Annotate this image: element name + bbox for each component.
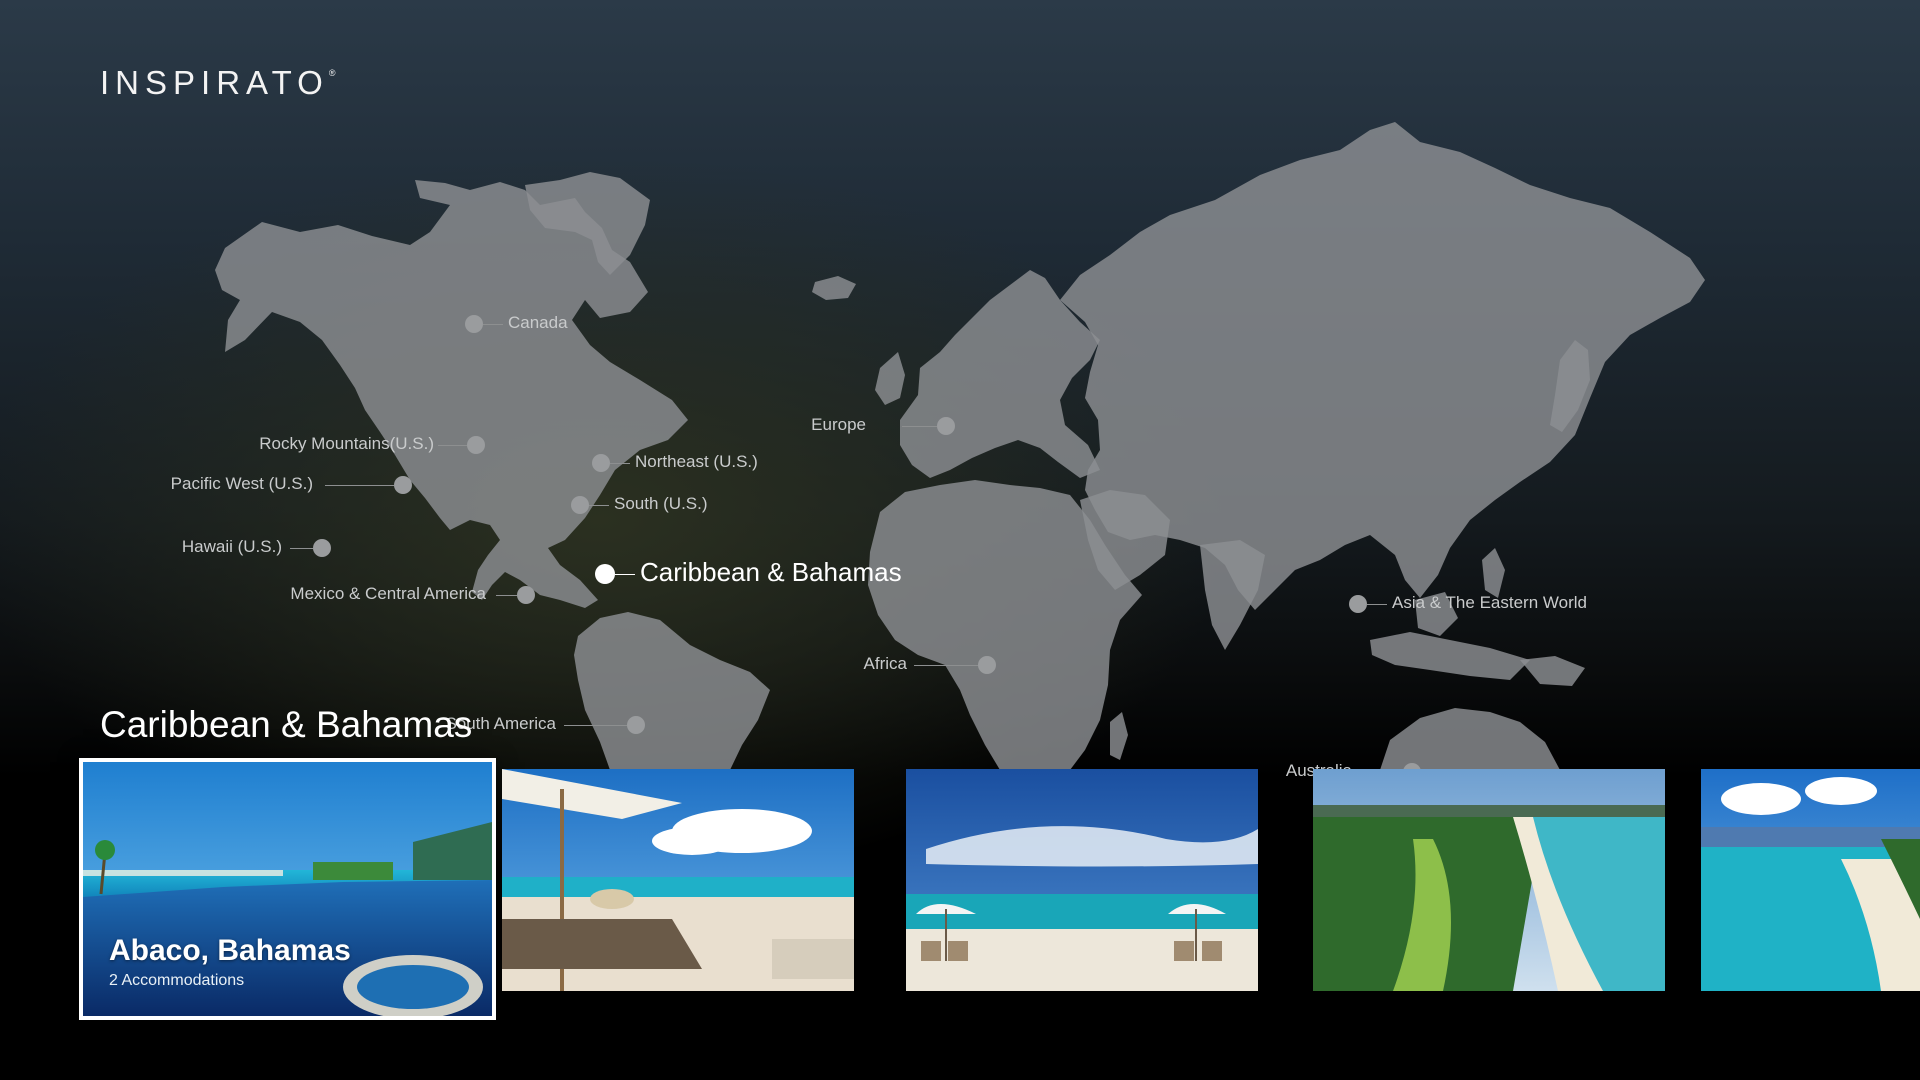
pin-label: Pacific West (U.S.) [170,474,313,493]
pin-dot [978,656,996,674]
destination-card[interactable] [1701,769,1920,991]
pin-label: Africa [863,654,907,673]
pin-label: South (U.S.) [614,494,708,513]
pin-label: Europe [811,415,866,434]
pin-dot [595,564,615,584]
pin-line [589,505,609,506]
card-image-beach-umbrellas [906,769,1258,991]
indonesia-landmass [1370,632,1530,680]
india-landmass [1200,540,1265,650]
pin-dot [394,476,412,494]
pin-dot [313,539,331,557]
pin-line [438,445,467,446]
pin-line [325,485,394,486]
card-image-aerial-bay [1701,769,1920,991]
pin-dot [627,716,645,734]
british-isles-landmass [875,352,905,405]
philippines-landmass [1482,548,1505,598]
pin-line [610,463,630,464]
south-america-landmass [574,612,770,770]
pin-dot [517,586,535,604]
pin-line [290,548,313,549]
pin-dot [937,417,955,435]
destination-card[interactable] [1313,769,1665,991]
pin-line [564,725,627,726]
pin-label: Rocky Mountains(U.S.) [259,434,434,453]
pin-label: Asia & The Eastern World [1392,593,1587,612]
destination-card[interactable]: Abaco, Bahamas 2 Accommodations [79,758,496,1020]
pin-label: Hawaii (U.S.) [181,537,282,556]
pin-line [914,665,978,666]
pin-dot [1349,595,1367,613]
destination-card[interactable] [502,769,854,991]
pin-label: Canada [508,313,568,332]
pin-dot [465,315,483,333]
new-guinea-landmass [1520,656,1585,686]
pin-dot [592,454,610,472]
pin-dot [467,436,485,454]
pin-label: Northeast (U.S.) [635,452,758,471]
pin-line [483,324,503,325]
pin-label: Mexico & Central America [290,584,486,603]
pin-line [1367,604,1387,605]
pin-line [615,574,635,575]
world-map [215,122,1705,770]
card-subtitle: 2 Accommodations [109,972,245,989]
pin-line [496,595,517,596]
section-title: Caribbean & Bahamas [100,704,473,745]
madagascar-landmass [1110,712,1128,760]
iceland-landmass [812,276,856,300]
australia-landmass [1380,708,1560,770]
pin-dot [571,496,589,514]
destination-card[interactable] [906,769,1258,991]
card-image-beach-lounger [502,769,854,991]
pin-line [902,426,937,427]
card-title: Abaco, Bahamas [109,934,351,967]
card-caption: Abaco, Bahamas 2 Accommodations [109,934,351,990]
pin-label: Caribbean & Bahamas [640,557,902,587]
card-image-aerial-golf [1313,769,1665,991]
